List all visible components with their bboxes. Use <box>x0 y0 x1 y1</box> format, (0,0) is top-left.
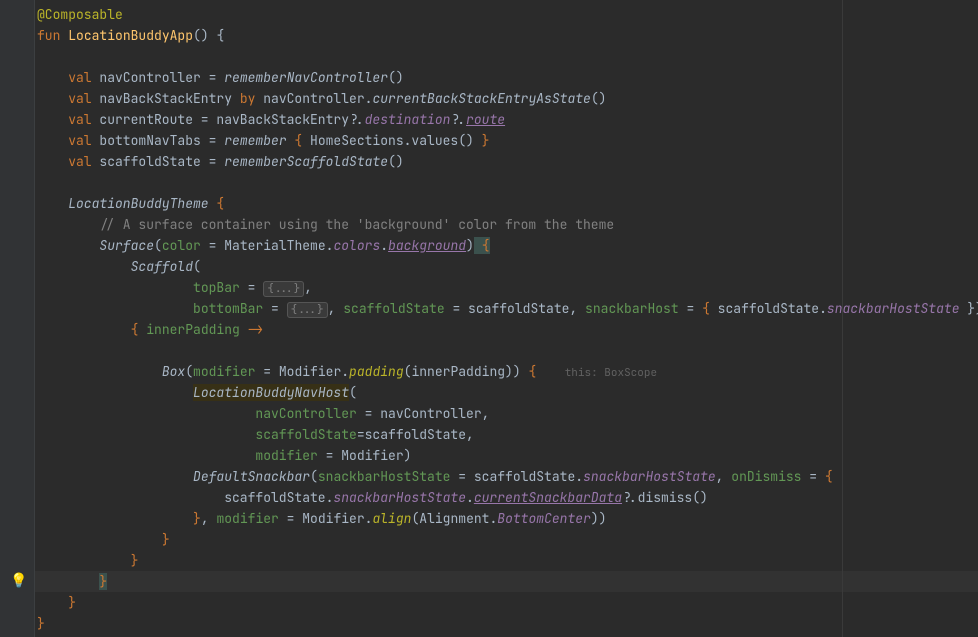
code-fold[interactable]: {...} <box>263 281 304 297</box>
code-line[interactable]: } <box>35 592 978 613</box>
code-line[interactable]: LocationBuddyNavHost( <box>35 382 978 403</box>
inlay-hint: this: BoxScope <box>560 365 662 381</box>
code-line[interactable]: val navController = rememberNavControlle… <box>35 67 978 88</box>
code-line[interactable]: val currentRoute = navBackStackEntry?.de… <box>35 109 978 130</box>
code-line[interactable] <box>35 340 978 361</box>
code-line[interactable]: LocationBuddyTheme { <box>35 193 978 214</box>
code-line[interactable]: } <box>35 529 978 550</box>
editor-gutter[interactable]: 💡 <box>0 0 35 637</box>
code-line[interactable]: fun LocationBuddyApp() { <box>35 25 978 46</box>
code-line[interactable]: val bottomNavTabs = remember { HomeSecti… <box>35 130 978 151</box>
code-line[interactable]: { innerPadding -> <box>35 319 978 340</box>
code-line[interactable]: navController = navController, <box>35 403 978 424</box>
code-line[interactable]: topBar = {...}, <box>35 277 978 298</box>
code-line[interactable]: Scaffold( <box>35 256 978 277</box>
code-line[interactable]: scaffoldState=scaffoldState, <box>35 424 978 445</box>
code-line[interactable]: // A surface container using the 'backgr… <box>35 214 978 235</box>
code-fold[interactable]: {...} <box>287 302 328 318</box>
code-line[interactable] <box>35 46 978 67</box>
code-line-current[interactable]: } <box>35 571 978 592</box>
code-line[interactable]: DefaultSnackbar(snackbarHostState = scaf… <box>35 466 978 487</box>
code-line[interactable]: val navBackStackEntry by navController.c… <box>35 88 978 109</box>
code-line[interactable]: }, modifier = Modifier.align(Alignment.B… <box>35 508 978 529</box>
right-margin-line <box>842 0 843 637</box>
code-line[interactable]: modifier = Modifier) <box>35 445 978 466</box>
code-line[interactable]: bottomBar = {...}, scaffoldState = scaff… <box>35 298 978 319</box>
code-line[interactable]: scaffoldState.snackbarHostState.currentS… <box>35 487 978 508</box>
code-line[interactable]: } <box>35 550 978 571</box>
code-editor[interactable]: @Composable fun LocationBuddyApp() { val… <box>35 0 978 637</box>
code-line[interactable]: Box(modifier = Modifier.padding(innerPad… <box>35 361 978 382</box>
code-line[interactable]: Surface(color = MaterialTheme.colors.bac… <box>35 235 978 256</box>
code-line[interactable]: @Composable <box>35 4 978 25</box>
code-line[interactable] <box>35 172 978 193</box>
intention-bulb-icon[interactable]: 💡 <box>10 571 27 592</box>
code-line[interactable]: } <box>35 613 978 634</box>
code-line[interactable]: val scaffoldState = rememberScaffoldStat… <box>35 151 978 172</box>
